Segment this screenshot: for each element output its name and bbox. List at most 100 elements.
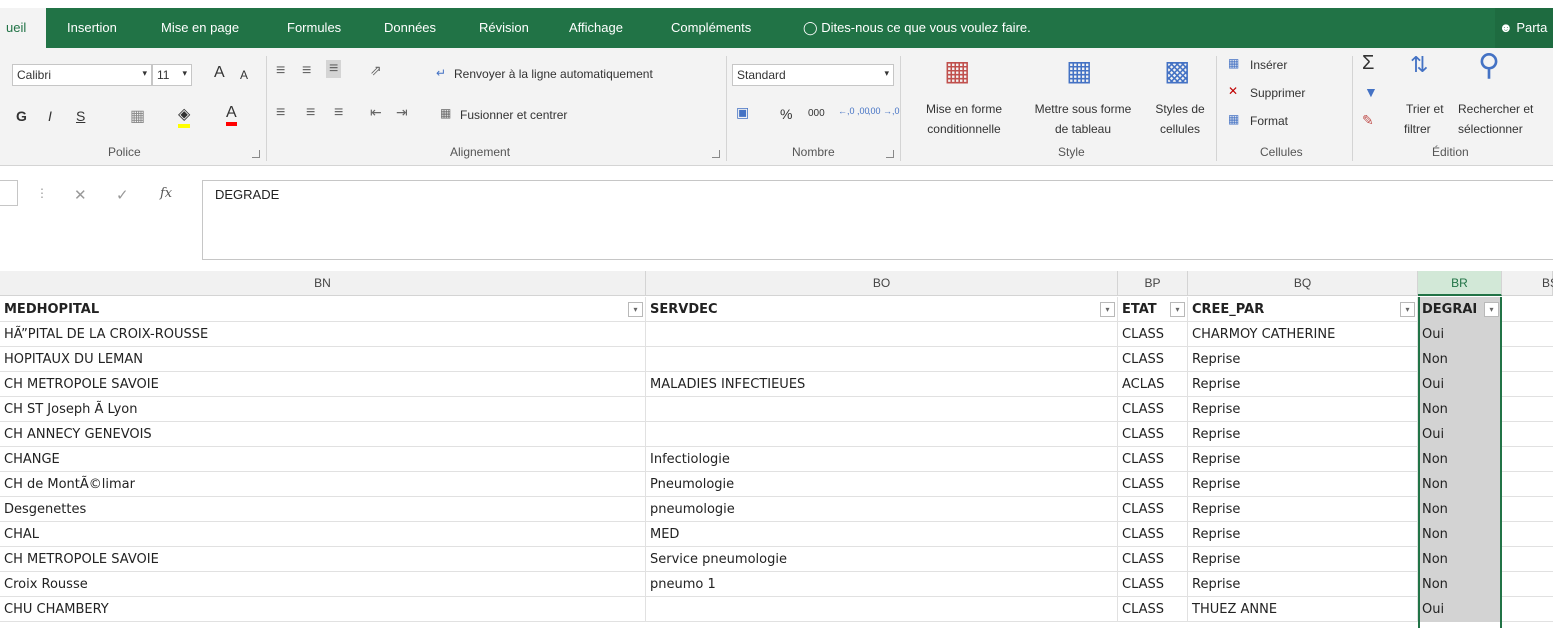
- increase-decimal-button[interactable]: ←,0 ,00: [838, 106, 870, 116]
- fill-color-icon[interactable]: ◈: [178, 104, 191, 128]
- align-bottom-icon[interactable]: ≡: [326, 60, 342, 78]
- increase-indent-icon[interactable]: ⇥: [396, 104, 408, 121]
- decrease-indent-icon[interactable]: ⇤: [370, 104, 382, 121]
- cell-medhopital[interactable]: Croix Rousse: [0, 572, 646, 597]
- cell-cree-par[interactable]: Reprise: [1188, 397, 1418, 422]
- insert-function-icon[interactable]: fx: [160, 186, 172, 201]
- italic-button[interactable]: I: [48, 108, 52, 124]
- cell-servdec[interactable]: MALADIES INFECTIEUES: [646, 372, 1118, 397]
- grow-font-button[interactable]: A: [214, 64, 225, 82]
- cell-medhopital[interactable]: CHU CHAMBERY: [0, 597, 646, 622]
- borders-icon[interactable]: ▦: [130, 106, 145, 126]
- cell-etat[interactable]: CLASS: [1118, 347, 1188, 372]
- align-right-icon[interactable]: ≡: [334, 104, 343, 122]
- cond-format-label-2[interactable]: conditionnelle: [910, 122, 1018, 136]
- cancel-icon[interactable]: ✕: [74, 186, 87, 204]
- formula-input[interactable]: DEGRADE: [202, 180, 1553, 260]
- cell-medhopital[interactable]: CH METROPOLE SAVOIE: [0, 372, 646, 397]
- cell-medhopital[interactable]: HOPITAUX DU LEMAN: [0, 347, 646, 372]
- cell-degrade[interactable]: Non: [1418, 572, 1502, 597]
- cell-etat[interactable]: CLASS: [1118, 472, 1188, 497]
- cell-degrade[interactable]: Oui: [1418, 322, 1502, 347]
- cell-cree-par[interactable]: Reprise: [1188, 522, 1418, 547]
- filter-dropdown-icon[interactable]: ▾: [1100, 302, 1115, 317]
- column-header-bn[interactable]: BN: [0, 271, 646, 296]
- font-size-select[interactable]: 11 ▾: [152, 64, 192, 86]
- align-middle-icon[interactable]: ≡: [302, 62, 311, 80]
- column-header-bo[interactable]: BO: [646, 271, 1118, 296]
- cell-cree-par[interactable]: Reprise: [1188, 347, 1418, 372]
- find-label-1[interactable]: Rechercher et: [1458, 102, 1533, 116]
- column-header-bs[interactable]: BS: [1502, 271, 1553, 296]
- bold-button[interactable]: G: [16, 108, 27, 124]
- merge-center-button[interactable]: Fusionner et centrer: [460, 108, 567, 122]
- thousands-button[interactable]: 000: [808, 108, 825, 119]
- cell-cree-par[interactable]: Reprise: [1188, 572, 1418, 597]
- percent-button[interactable]: %: [780, 106, 792, 122]
- cell-cree-par[interactable]: THUEZ ANNE: [1188, 597, 1418, 622]
- cell-medhopital[interactable]: Desgenettes: [0, 497, 646, 522]
- police-launcher-icon[interactable]: [252, 150, 260, 158]
- currency-icon[interactable]: ▣: [736, 104, 749, 121]
- cell-degrade[interactable]: Oui: [1418, 422, 1502, 447]
- tell-me-box[interactable]: ◯ Dites-nous ce que vous voulez faire.: [803, 8, 1031, 48]
- cell-servdec[interactable]: pneumologie: [646, 497, 1118, 522]
- cell-medhopital[interactable]: CH de MontÃ©limar: [0, 472, 646, 497]
- cell-cree-par[interactable]: CHARMOY CATHERINE: [1188, 322, 1418, 347]
- cell-styles-label-1[interactable]: Styles de: [1148, 102, 1212, 116]
- share-button[interactable]: ☻ Parta: [1495, 8, 1553, 48]
- cell-etat[interactable]: ACLAS: [1118, 372, 1188, 397]
- alignement-launcher-icon[interactable]: [712, 150, 720, 158]
- cell-servdec[interactable]: Service pneumologie: [646, 547, 1118, 572]
- align-top-icon[interactable]: ≡: [276, 62, 285, 80]
- cell-medhopital[interactable]: CH ST Joseph Ã Lyon: [0, 397, 646, 422]
- cell-degrade[interactable]: Non: [1418, 397, 1502, 422]
- tab-insertion[interactable]: Insertion: [67, 8, 117, 48]
- cell-etat[interactable]: CLASS: [1118, 497, 1188, 522]
- tab-donnees[interactable]: Données: [384, 8, 436, 48]
- cell-servdec[interactable]: [646, 597, 1118, 622]
- tab-formules[interactable]: Formules: [287, 8, 341, 48]
- orientation-icon[interactable]: ⇗: [370, 62, 382, 79]
- cell-cree-par[interactable]: Reprise: [1188, 372, 1418, 397]
- cell-medhopital[interactable]: CH ANNECY GENEVOIS: [0, 422, 646, 447]
- autosum-icon[interactable]: Σ: [1362, 52, 1374, 75]
- sort-filter-label-1[interactable]: Trier et: [1406, 102, 1444, 116]
- wrap-text-button[interactable]: Renvoyer à la ligne automatiquement: [454, 67, 653, 81]
- cell-cree-par[interactable]: Reprise: [1188, 497, 1418, 522]
- filter-dropdown-icon[interactable]: ▾: [628, 302, 643, 317]
- shrink-font-button[interactable]: A: [240, 68, 248, 82]
- cell-servdec[interactable]: [646, 422, 1118, 447]
- tab-accueil[interactable]: ueil: [0, 8, 46, 48]
- underline-button[interactable]: S: [76, 108, 85, 124]
- header-cell-medhopital[interactable]: MEDHOPITAL ▾: [0, 297, 646, 322]
- format-table-label-2[interactable]: de tableau: [1040, 122, 1126, 136]
- filter-dropdown-icon[interactable]: ▾: [1484, 302, 1499, 317]
- cell-degrade[interactable]: Non: [1418, 347, 1502, 372]
- cell-servdec[interactable]: Pneumologie: [646, 472, 1118, 497]
- cell-etat[interactable]: CLASS: [1118, 547, 1188, 572]
- cell-cree-par[interactable]: Reprise: [1188, 472, 1418, 497]
- tab-affichage[interactable]: Affichage: [569, 8, 623, 48]
- cell-etat[interactable]: CLASS: [1118, 447, 1188, 472]
- tab-complements[interactable]: Compléments: [671, 8, 751, 48]
- cell-degrade[interactable]: Non: [1418, 497, 1502, 522]
- tab-revision[interactable]: Révision: [479, 8, 529, 48]
- number-format-select[interactable]: Standard ▾: [732, 64, 894, 86]
- nombre-launcher-icon[interactable]: [886, 150, 894, 158]
- cell-medhopital[interactable]: CHAL: [0, 522, 646, 547]
- cell-cree-par[interactable]: Reprise: [1188, 447, 1418, 472]
- cell-etat[interactable]: CLASS: [1118, 422, 1188, 447]
- cell-servdec[interactable]: Infectiologie: [646, 447, 1118, 472]
- header-cell-servdec[interactable]: SERVDEC ▾: [646, 297, 1118, 322]
- clear-icon[interactable]: ✎: [1362, 112, 1374, 129]
- find-label-2[interactable]: sélectionner: [1458, 122, 1523, 136]
- insert-button[interactable]: Insérer: [1250, 58, 1287, 72]
- cell-servdec[interactable]: [646, 322, 1118, 347]
- font-name-select[interactable]: Calibri ▾: [12, 64, 152, 86]
- cell-cree-par[interactable]: Reprise: [1188, 422, 1418, 447]
- cell-degrade[interactable]: Non: [1418, 447, 1502, 472]
- column-header-br[interactable]: BR: [1418, 271, 1502, 296]
- check-icon[interactable]: ✓: [116, 186, 129, 204]
- cell-medhopital[interactable]: CHANGE: [0, 447, 646, 472]
